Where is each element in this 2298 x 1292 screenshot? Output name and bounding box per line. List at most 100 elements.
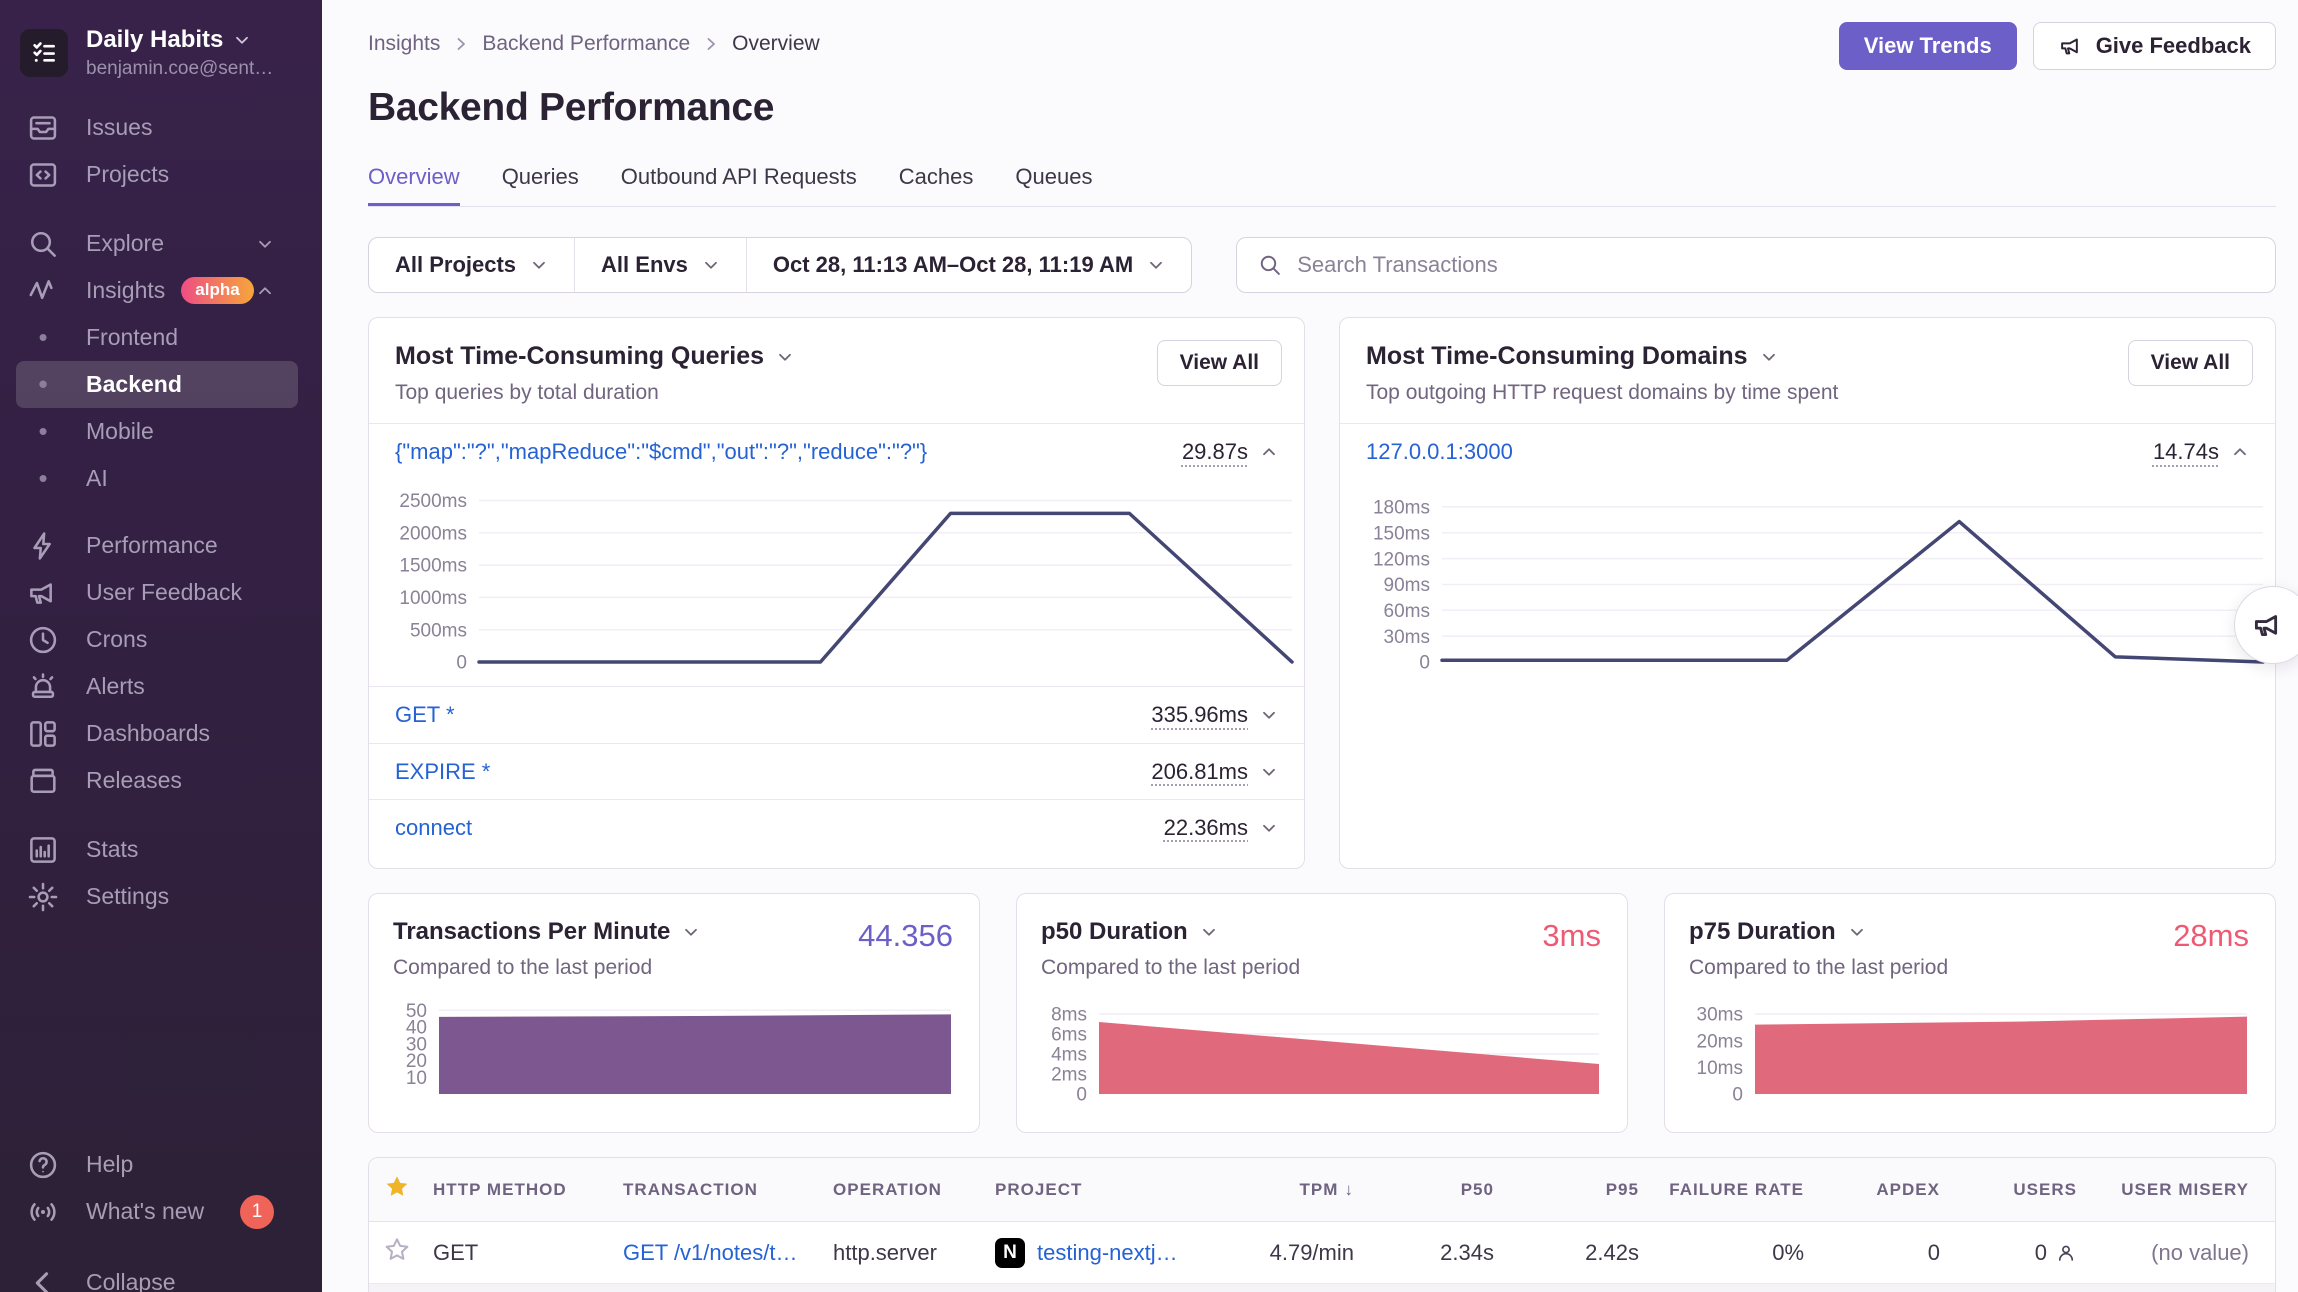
queries-view-all-button[interactable]: View All: [1157, 340, 1282, 386]
project-filter[interactable]: All Projects: [369, 238, 574, 292]
main-content: Insights Backend Performance Overview Vi…: [322, 0, 2298, 1292]
chevron-down-icon: [702, 256, 720, 274]
column-header-http-method[interactable]: HTTP METHOD: [433, 1180, 623, 1200]
environment-filter[interactable]: All Envs: [575, 238, 746, 292]
user-misery-cell: (no value): [2085, 1240, 2275, 1266]
svg-text:90ms: 90ms: [1384, 575, 1430, 596]
chevron-down-icon[interactable]: [1760, 348, 1778, 366]
tab-overview[interactable]: Overview: [368, 164, 460, 206]
column-header-apdex[interactable]: APDEX: [1812, 1180, 1948, 1200]
chevron-down-icon[interactable]: [1200, 923, 1218, 941]
transactions-per-minute-panel: Transactions Per Minute 44.356 Compared …: [368, 893, 980, 1133]
query-list: GET * 335.96ms EXPIRE * 206.81ms connect: [369, 686, 1304, 855]
star-cell[interactable]: [369, 1235, 433, 1271]
chevron-down-icon[interactable]: [776, 348, 794, 366]
tpm-cell: 4.79/min: [1225, 1240, 1362, 1266]
chevron-down-icon[interactable]: [682, 923, 700, 941]
sidebar-item-ai[interactable]: AI: [16, 455, 298, 502]
svg-text:2ms: 2ms: [1051, 1065, 1087, 1086]
issues-icon: [26, 111, 60, 145]
column-header-p95[interactable]: P95: [1502, 1180, 1647, 1200]
sidebar-item-projects[interactable]: Projects: [16, 151, 298, 198]
star-column-header[interactable]: [369, 1172, 433, 1207]
megaphone-icon: [26, 576, 60, 610]
svg-text:50: 50: [406, 1001, 427, 1022]
column-header-users[interactable]: USERS: [1948, 1180, 2085, 1200]
sidebar-item-help[interactable]: Help: [16, 1141, 298, 1188]
sidebar-item-dashboards[interactable]: Dashboards: [16, 710, 298, 757]
column-header-user-misery[interactable]: USER MISERY: [2085, 1180, 2275, 1200]
sidebar-item-backend[interactable]: Backend: [16, 361, 298, 408]
sidebar-item-whats-new[interactable]: What's new 1: [16, 1188, 298, 1235]
column-header-tpm[interactable]: TPM ↓: [1225, 1180, 1362, 1200]
svg-text:60ms: 60ms: [1384, 601, 1430, 622]
svg-text:0: 0: [1732, 1085, 1743, 1106]
column-header-project[interactable]: PROJECT: [995, 1180, 1225, 1200]
svg-text:30ms: 30ms: [1384, 627, 1430, 648]
tpm-subtitle: Compared to the last period: [393, 956, 955, 980]
page-title: Backend Performance: [368, 86, 2276, 130]
chevron-down-icon: [1147, 256, 1165, 274]
query-total-time[interactable]: 206.81ms: [1151, 759, 1278, 785]
sidebar-item-settings[interactable]: Settings: [16, 873, 298, 920]
column-header-transaction[interactable]: TRANSACTION: [623, 1180, 833, 1200]
sidebar-item-collapse[interactable]: Collapse: [16, 1259, 298, 1292]
sidebar-item-insights[interactable]: Insights alpha: [16, 267, 298, 314]
query-link[interactable]: GET *: [395, 702, 455, 728]
chevron-down-icon: [530, 256, 548, 274]
breadcrumb-overview: Overview: [732, 32, 820, 56]
query-total-time[interactable]: 22.36ms: [1164, 815, 1278, 841]
sidebar-item-performance[interactable]: Performance: [16, 522, 298, 569]
tab-caches[interactable]: Caches: [899, 164, 974, 206]
most-time-consuming-queries-panel: Most Time-Consuming Queries Top queries …: [368, 317, 1305, 869]
domains-duration-chart: 030ms60ms90ms120ms150ms180ms: [1366, 484, 2267, 676]
query-link[interactable]: {"map":"?","mapReduce":"$cmd","out":"?",…: [395, 439, 927, 465]
tab-queues[interactable]: Queues: [1015, 164, 1092, 206]
org-avatar: [20, 29, 68, 77]
tab-queries[interactable]: Queries: [502, 164, 579, 206]
column-header-p50[interactable]: P50: [1362, 1180, 1502, 1200]
query-link[interactable]: connect: [395, 815, 472, 841]
sidebar-item-releases[interactable]: Releases: [16, 757, 298, 804]
date-range-filter[interactable]: Oct 28, 11:13 AM–Oct 28, 11:19 AM: [747, 238, 1191, 292]
domain-link[interactable]: 127.0.0.1:3000: [1366, 439, 1513, 465]
search-transactions-input[interactable]: [1297, 252, 2255, 278]
users-cell: 0: [1948, 1240, 2077, 1266]
http-method-cell: GET: [433, 1240, 623, 1266]
checklist-icon: [28, 37, 60, 69]
org-switcher[interactable]: Daily Habits benjamin.coe@sent…: [0, 0, 322, 80]
project-link[interactable]: testing-nextj…: [1037, 1240, 1178, 1266]
sidebar-item-crons[interactable]: Crons: [16, 616, 298, 663]
column-header-failure-rate[interactable]: FAILURE RATE: [1647, 1180, 1812, 1200]
sidebar-item-alerts[interactable]: Alerts: [16, 663, 298, 710]
query-total-time[interactable]: 29.87s: [1182, 439, 1278, 465]
bullet-icon: [26, 369, 60, 400]
transaction-link[interactable]: GET /v1/notes/t…: [623, 1240, 797, 1265]
query-link[interactable]: EXPIRE *: [395, 759, 490, 785]
column-header-operation[interactable]: OPERATION: [833, 1180, 995, 1200]
domain-total-time[interactable]: 14.74s: [2153, 439, 2249, 465]
breadcrumb-backend-performance[interactable]: Backend Performance: [482, 32, 690, 56]
sidebar-item-stats[interactable]: Stats: [16, 826, 298, 873]
give-feedback-button[interactable]: Give Feedback: [2033, 22, 2276, 70]
view-trends-button[interactable]: View Trends: [1839, 22, 2017, 70]
releases-icon: [26, 764, 60, 798]
insights-icon: [26, 274, 60, 308]
search-icon: [26, 227, 60, 261]
sidebar-item-explore[interactable]: Explore: [16, 220, 298, 267]
chevron-right-icon: [452, 35, 470, 53]
sidebar-item-frontend[interactable]: Frontend: [16, 314, 298, 361]
sidebar-item-mobile[interactable]: Mobile: [16, 408, 298, 455]
sidebar-item-issues[interactable]: Issues: [16, 104, 298, 151]
sidebar: Daily Habits benjamin.coe@sent… Issues P…: [0, 0, 322, 1292]
query-total-time[interactable]: 335.96ms: [1151, 702, 1278, 728]
tpm-value: 44.356: [858, 918, 953, 954]
sidebar-item-user-feedback[interactable]: User Feedback: [16, 569, 298, 616]
chevron-down-icon[interactable]: [1848, 923, 1866, 941]
svg-text:0: 0: [1419, 653, 1430, 674]
breadcrumb-insights[interactable]: Insights: [368, 32, 440, 56]
bullet-icon: [26, 322, 60, 353]
domains-view-all-button[interactable]: View All: [2128, 340, 2253, 386]
tab-outbound-api-requests[interactable]: Outbound API Requests: [621, 164, 857, 206]
p75-value: 28ms: [2173, 918, 2249, 954]
